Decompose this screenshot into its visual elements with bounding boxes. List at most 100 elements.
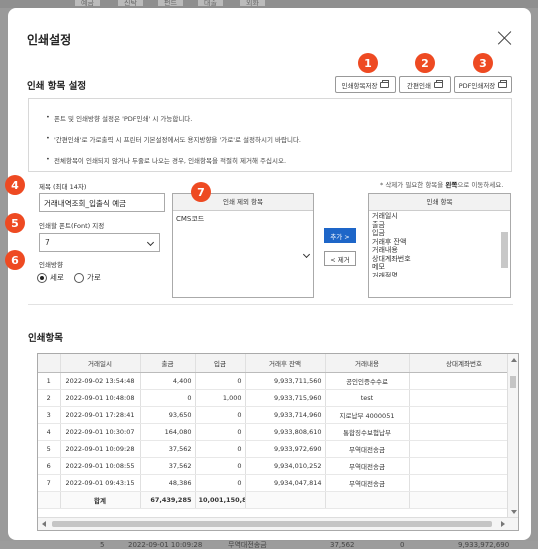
pdf-print-save-button[interactable]: PDF인쇄저장 xyxy=(454,76,512,93)
list-item[interactable]: 거래점명 xyxy=(369,272,510,277)
total-cell xyxy=(409,490,518,509)
table-row[interactable]: 2 2022-09-01 10:48:08 0 1,000 9,933,715,960 t… xyxy=(38,389,518,407)
font-field-label: 인쇄할 폰트(Font) 지정 xyxy=(39,222,105,230)
table-cell: 9,934,010,252 xyxy=(245,457,326,475)
column-header[interactable]: 상대계좌번호 xyxy=(409,354,518,373)
button-label: 인쇄항목저장 xyxy=(341,81,378,90)
list-item[interactable]: 거래내용 xyxy=(369,246,510,255)
table-cell xyxy=(409,457,518,475)
column-header[interactable]: 거래일시 xyxy=(60,354,141,373)
total-cell: 합계 xyxy=(60,490,141,509)
table-cell: 2022-09-01 10:30:07 xyxy=(60,423,141,441)
notice-box: 폰트 및 인쇄방향 설정은 'PDF인쇄' 시 가능합니다. '간편인쇄'로 가… xyxy=(28,98,512,172)
radio-label: 가로 xyxy=(87,273,101,282)
table-row[interactable]: 4 2022-09-01 10:30:07 164,080 0 9,933,808,61… xyxy=(38,423,518,441)
dialog-title: 인쇄설정 xyxy=(27,33,72,47)
column-header xyxy=(38,354,61,373)
table-cell: 1 xyxy=(38,372,61,390)
chevron-down-icon xyxy=(302,250,311,259)
table-cell xyxy=(409,372,518,390)
column-header[interactable]: 입금 xyxy=(195,354,246,373)
list-item[interactable]: 거래후 잔액 xyxy=(369,238,510,247)
table-cell: 0 xyxy=(195,457,246,475)
font-select-value: 7 xyxy=(45,238,50,247)
bg-tab: 예금 xyxy=(75,0,100,7)
font-select[interactable]: 7 xyxy=(39,233,160,252)
table-cell: 2022-09-01 10:09:28 xyxy=(60,440,141,458)
move-hint: * 삭제가 필요한 항목을 왼쪽으로 이동하세요. xyxy=(380,181,504,189)
table-cell: 0 xyxy=(140,389,196,407)
table-cell: 공인인증수수료 xyxy=(325,372,410,390)
section-title: 인쇄 항목 설정 xyxy=(27,81,87,92)
radio-landscape[interactable]: 가로 xyxy=(74,272,101,283)
table-cell: 통합징수보험납부 xyxy=(325,423,410,441)
table-cell: 2022-09-01 10:08:55 xyxy=(60,457,141,475)
column-header[interactable]: 출금 xyxy=(140,354,196,373)
grid-horizontal-scrollbar[interactable] xyxy=(38,517,518,530)
list-scrollbar[interactable] xyxy=(501,224,508,292)
table-cell: 2022-09-01 17:28:41 xyxy=(60,406,141,424)
table-row[interactable]: 6 2022-09-01 10:08:55 37,562 0 9,934,010,252… xyxy=(38,457,518,475)
list-item[interactable]: 거래일시 xyxy=(369,212,510,221)
table-cell xyxy=(409,389,518,407)
total-row: 합계67,439,28510,001,150,845 xyxy=(38,490,518,509)
column-header[interactable]: 거래후 잔액 xyxy=(245,354,326,373)
table-cell: 2 xyxy=(38,389,61,407)
list-item[interactable]: 메모 xyxy=(369,263,510,272)
add-item-button[interactable]: 추가 > xyxy=(324,228,356,243)
excluded-items-list[interactable]: 인쇄 제외 항목 CMS코드 xyxy=(172,193,314,298)
table-cell: 9,933,972,690 xyxy=(245,440,326,458)
badge-1: 1 xyxy=(358,53,378,73)
table-cell: 2022-09-02 13:54:48 xyxy=(60,372,141,390)
list-item[interactable]: CMS코드 xyxy=(173,211,313,224)
table-cell: 93,650 xyxy=(140,406,196,424)
grid-vertical-scrollbar[interactable] xyxy=(507,354,518,518)
simple-print-button[interactable]: 간편인쇄 xyxy=(399,76,451,93)
printer-icon xyxy=(498,79,508,88)
print-settings-dialog: 인쇄설정 인쇄 항목 설정 인쇄항목저장 간편인쇄 PDF인쇄저장 1 2 3 … xyxy=(5,8,531,540)
table-cell: 48,386 xyxy=(140,474,196,492)
badge-7: 7 xyxy=(191,182,211,202)
table-cell: 무역대전송금 xyxy=(325,457,410,475)
table-row[interactable]: 5 2022-09-01 10:09:28 37,562 0 9,933,972,690… xyxy=(38,440,518,458)
notice-line: 전체항목이 인쇄되지 않거나 두줄로 나오는 경우, 인쇄항목을 적절히 제거해… xyxy=(46,155,286,165)
list-item[interactable]: 상대계좌번호 xyxy=(369,255,510,264)
title-field-label: 제목 (최대 14자) xyxy=(39,183,87,191)
column-header[interactable]: 거래내용 xyxy=(325,354,410,373)
close-icon[interactable] xyxy=(498,31,512,45)
print-items-save-button[interactable]: 인쇄항목저장 xyxy=(335,76,396,93)
table-row[interactable]: 1 2022-09-02 13:54:48 4,400 0 9,933,711,560 공… xyxy=(38,372,518,390)
table-cell: 164,080 xyxy=(140,423,196,441)
table-cell: 9,933,714,960 xyxy=(245,406,326,424)
table-cell: 2022-09-01 10:48:08 xyxy=(60,389,141,407)
button-label: 간편인쇄 xyxy=(407,81,431,90)
table-row[interactable]: 3 2022-09-01 17:28:41 93,650 0 9,933,714,960… xyxy=(38,406,518,424)
notice-line: '간편인쇄'로 가로출력 시 프린터 기본설정에서도 용지방향을 '가로'로 설… xyxy=(46,134,301,144)
radio-selected-icon xyxy=(37,272,47,283)
table-cell: 지로납부 4000051 xyxy=(325,406,410,424)
table-cell: 5 xyxy=(38,440,61,458)
list-item[interactable]: 출금 xyxy=(369,221,510,230)
radio-portrait[interactable]: 세로 xyxy=(37,272,64,283)
table-cell xyxy=(409,474,518,492)
table-cell: 0 xyxy=(195,423,246,441)
table-row[interactable]: 7 2022-09-01 09:43:15 48,386 0 9,934,047,814… xyxy=(38,474,518,492)
included-items-list[interactable]: 인쇄 항목 거래일시 출금 입금 거래후 잔액 거래내용 상대계좌번호 메모 거… xyxy=(368,193,511,298)
table-cell: 9,934,047,814 xyxy=(245,474,326,492)
direction-label: 인쇄방향 xyxy=(39,261,63,269)
table-cell: 6 xyxy=(38,457,61,475)
table-cell: 0 xyxy=(195,406,246,424)
printer-icon xyxy=(380,79,390,88)
table-cell xyxy=(409,423,518,441)
remove-item-button[interactable]: < 제거 xyxy=(324,251,356,266)
table-cell: 9,933,808,610 xyxy=(245,423,326,441)
list-item[interactable]: 입금 xyxy=(369,229,510,238)
title-input[interactable]: 거래내역조회_입출식 예금 xyxy=(39,193,165,212)
table-cell: 1,000 xyxy=(195,389,246,407)
notice-line: 폰트 및 인쇄방향 설정은 'PDF인쇄' 시 가능합니다. xyxy=(46,113,192,123)
table-cell: 0 xyxy=(195,474,246,492)
background-row: 5 2022-09-01 10:09:28 무역대전송금 37,562 0 9,… xyxy=(0,541,538,549)
divider xyxy=(28,304,513,305)
bg-tab: 대출 xyxy=(198,0,223,7)
included-list-header: 인쇄 항목 xyxy=(369,194,510,211)
